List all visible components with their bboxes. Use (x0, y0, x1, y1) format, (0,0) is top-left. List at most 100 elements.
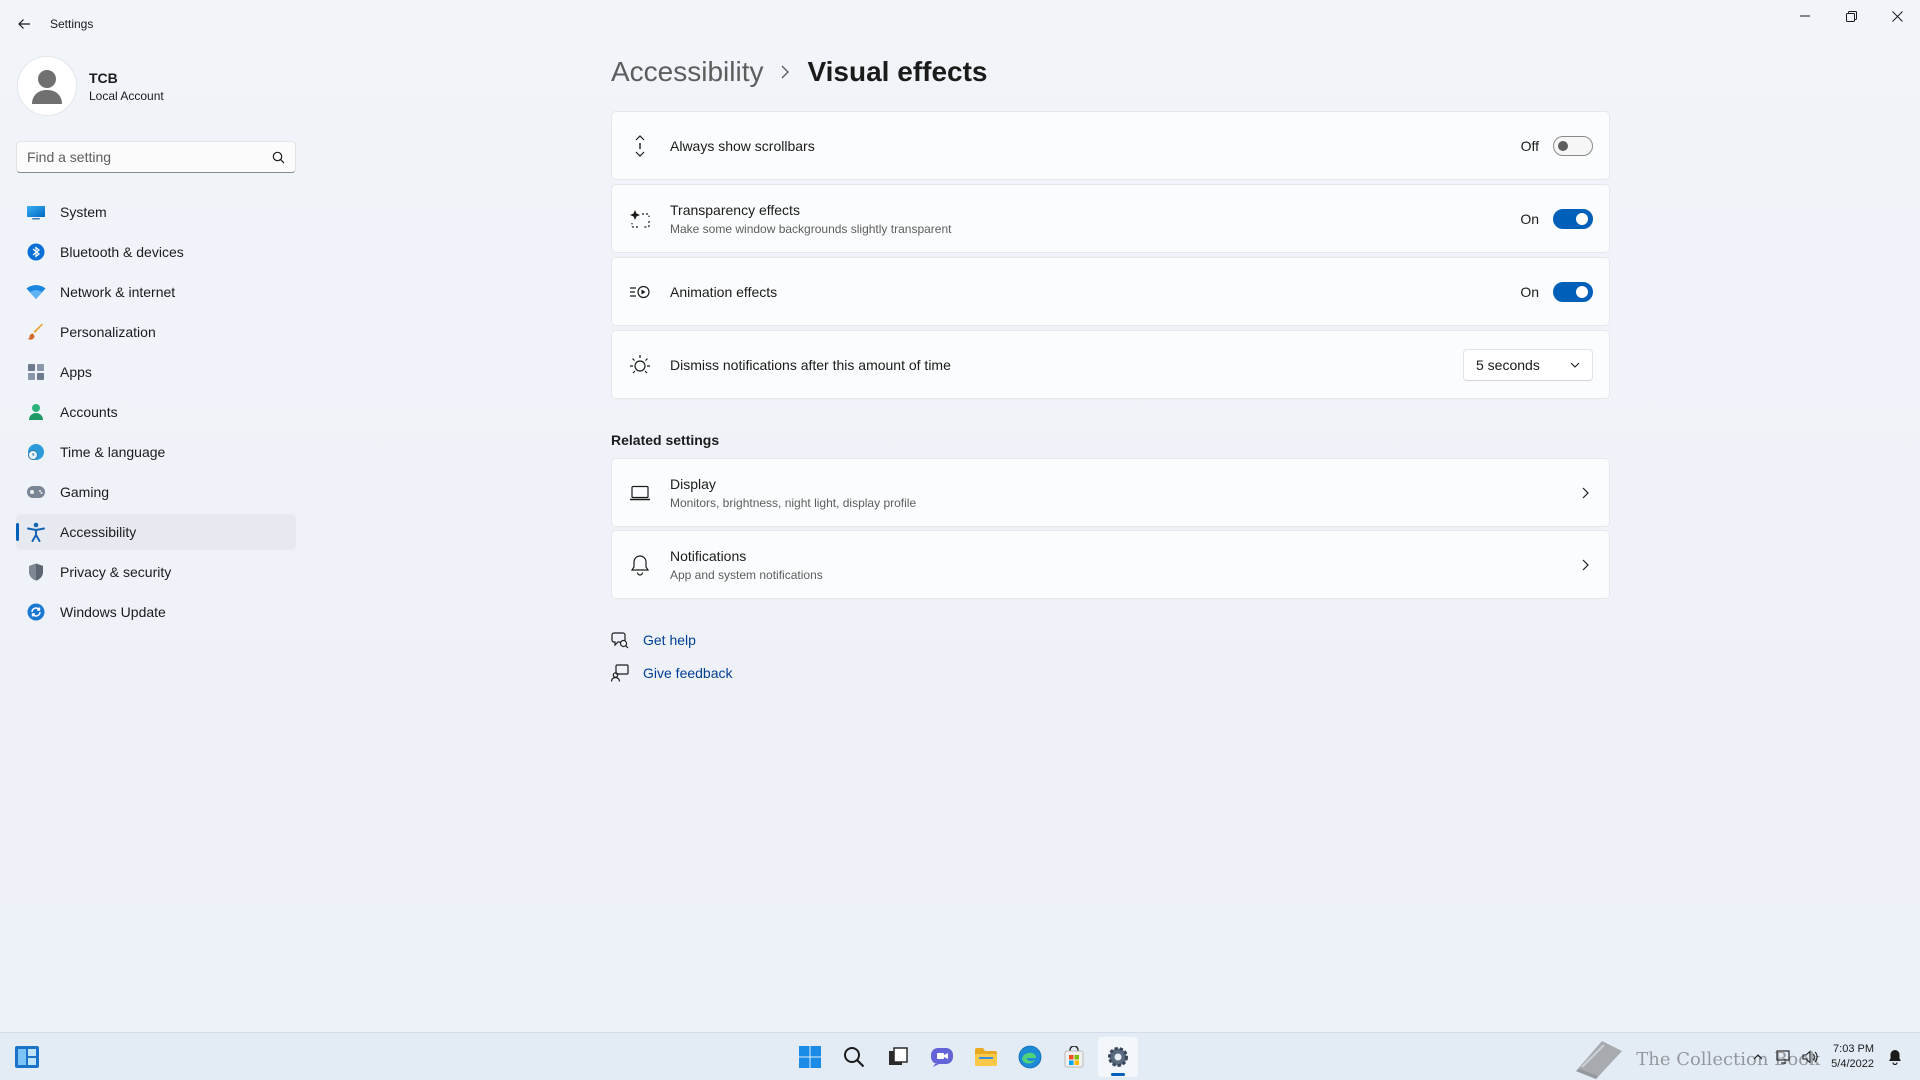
edge-icon (1018, 1045, 1042, 1069)
gear-icon (1108, 1047, 1128, 1067)
laptop-icon (628, 481, 652, 505)
transparency-toggle[interactable] (1553, 208, 1593, 229)
edge-browser-button[interactable] (1010, 1037, 1050, 1077)
clock-date: 5/4/2022 (1831, 1058, 1874, 1070)
chevron-right-icon (1582, 459, 1589, 526)
accessibility-icon (26, 522, 46, 542)
restore-button[interactable] (1828, 0, 1874, 32)
page-title: Visual effects (807, 56, 988, 87)
search-box[interactable] (16, 141, 296, 173)
sidebar-item-privacy[interactable]: Privacy & security (16, 554, 296, 590)
dropdown-value: 5 seconds (1476, 356, 1540, 373)
sidebar-item-network[interactable]: Network & internet (16, 274, 296, 310)
setting-subtitle: Make some window backgrounds slightly tr… (670, 221, 952, 236)
avatar (17, 56, 77, 116)
setting-title: Dismiss notifications after this amount … (670, 356, 951, 373)
setting-animation-effects: Animation effects On (611, 257, 1610, 326)
start-button[interactable] (790, 1037, 830, 1077)
breadcrumb: Accessibility Visual effects (611, 56, 988, 88)
setting-transparency-effects: Transparency effects Make some window ba… (611, 184, 1610, 253)
search-input[interactable] (27, 149, 272, 165)
sidebar-item-personalization[interactable]: Personalization (16, 314, 296, 350)
sidebar-item-accounts[interactable]: Accounts (16, 394, 296, 430)
sidebar-item-label: Bluetooth & devices (60, 244, 184, 260)
breadcrumb-parent[interactable]: Accessibility (611, 56, 763, 88)
chat-icon (931, 1048, 953, 1067)
sidebar-item-label: Gaming (60, 484, 110, 500)
gamepad-icon (26, 482, 46, 502)
task-view-button[interactable] (878, 1037, 918, 1077)
sidebar-item-windows-update[interactable]: Windows Update (16, 594, 296, 630)
close-button[interactable] (1874, 0, 1920, 32)
restore-icon (1845, 10, 1857, 22)
sidebar-item-bluetooth[interactable]: Bluetooth & devices (16, 234, 296, 270)
taskbar-clock[interactable]: 7:03 PM 5/4/2022 (1831, 1042, 1874, 1072)
store-icon (1064, 1046, 1084, 1068)
sidebar-item-label: Accessibility (60, 524, 137, 540)
get-help-link[interactable]: Get help (611, 630, 733, 650)
update-icon (26, 602, 46, 622)
taskbar-search-button[interactable] (834, 1037, 874, 1077)
scrollbar-arrows-icon (628, 134, 652, 158)
setting-control: 5 seconds (1463, 331, 1593, 398)
toggle-knob (1576, 212, 1588, 225)
teams-chat-button[interactable] (922, 1037, 962, 1077)
sidebar-item-label: Accounts (60, 404, 118, 420)
app-title: Settings (50, 17, 94, 31)
minimize-icon (1800, 15, 1810, 17)
setting-subtitle: App and system notifications (670, 567, 823, 582)
transparency-sparkle-icon (628, 207, 652, 231)
setting-always-show-scrollbars: Always show scrollbars Off (611, 111, 1610, 180)
arrow-left-icon (18, 19, 30, 29)
scrollbars-toggle[interactable] (1553, 135, 1593, 156)
setting-text: Dismiss notifications after this amount … (670, 357, 951, 373)
settings-app-button[interactable] (1098, 1037, 1138, 1077)
related-notifications[interactable]: Notifications App and system notificatio… (611, 530, 1610, 599)
system-tray: 7:03 PM 5/4/2022 (1745, 1033, 1908, 1080)
sidebar-item-time-language[interactable]: Time & language (16, 434, 296, 470)
search-icon[interactable] (272, 151, 285, 164)
toggle-state-label: Off (1520, 137, 1539, 154)
monitor-icon (26, 202, 46, 222)
file-explorer-button[interactable] (966, 1037, 1006, 1077)
store-button[interactable] (1054, 1037, 1094, 1077)
related-settings-heading: Related settings (611, 432, 720, 448)
shield-icon (26, 562, 46, 582)
network-status-button[interactable] (1773, 1046, 1795, 1068)
related-display[interactable]: Display Monitors, brightness, night ligh… (611, 458, 1610, 527)
sidebar-item-apps[interactable]: Apps (16, 354, 296, 390)
dismiss-time-dropdown[interactable]: 5 seconds (1463, 348, 1593, 381)
setting-title: Display (670, 475, 716, 492)
user-profile[interactable]: TCB Local Account (17, 56, 164, 116)
sidebar-item-gaming[interactable]: Gaming (16, 474, 296, 510)
setting-title: Always show scrollbars (670, 137, 815, 154)
toggle-knob (1558, 140, 1568, 151)
give-feedback-link[interactable]: Give feedback (611, 663, 733, 683)
settings-window: Settings TCB Local Account Find a settin… (0, 0, 1920, 1032)
apps-icon (26, 362, 46, 382)
profile-text: TCB Local Account (89, 70, 164, 103)
windows-logo-icon (799, 1046, 821, 1068)
person-silhouette-icon (32, 70, 62, 104)
setting-text: Notifications App and system notificatio… (670, 548, 823, 582)
toggle-state-label: On (1520, 283, 1539, 300)
globe-clock-icon (26, 442, 46, 462)
animation-toggle[interactable] (1553, 281, 1593, 302)
sidebar-item-system[interactable]: System (16, 194, 296, 230)
widgets-button[interactable] (14, 1045, 40, 1069)
folder-icon (975, 1048, 997, 1066)
notification-center-button[interactable] (1884, 1046, 1906, 1068)
volume-button[interactable] (1799, 1046, 1821, 1068)
chevron-right-icon (1582, 531, 1589, 598)
sidebar-item-accessibility[interactable]: Accessibility (16, 514, 296, 550)
notification-timer-icon (628, 353, 652, 377)
sidebar-item-label: Apps (60, 364, 92, 380)
setting-text: Always show scrollbars (670, 138, 815, 154)
show-hidden-icons-button[interactable] (1747, 1046, 1769, 1068)
chevron-down-icon (1570, 362, 1580, 368)
chevron-right-icon (781, 65, 790, 79)
back-button[interactable] (12, 12, 36, 36)
minimize-button[interactable] (1782, 0, 1828, 32)
help-links: Get help Give feedback (611, 630, 733, 696)
get-help-text: Get help (643, 632, 696, 648)
